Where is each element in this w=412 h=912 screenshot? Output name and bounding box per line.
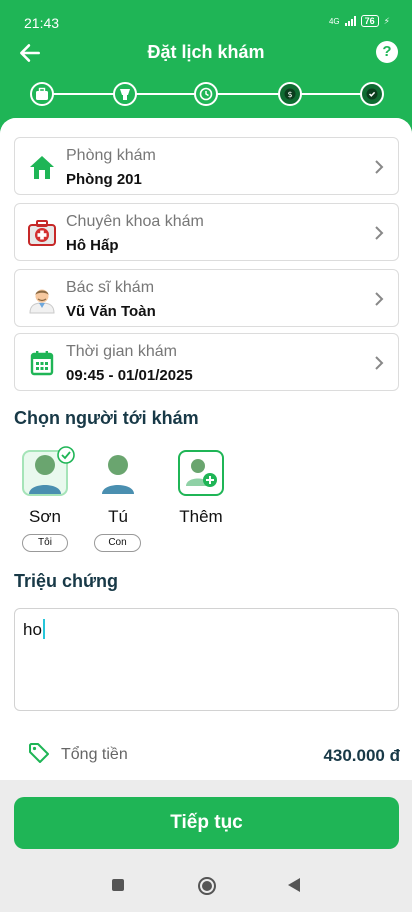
svg-text:$: $ — [287, 90, 292, 99]
time-value: 09:45 - 01/01/2025 — [66, 367, 193, 384]
specialty-value: Hô Hấp — [66, 237, 119, 254]
medical-kit-icon — [28, 220, 56, 246]
add-patient-button[interactable] — [178, 450, 224, 496]
symptoms-input[interactable]: ho — [14, 608, 399, 711]
time-label: Thời gian khám — [66, 343, 177, 360]
booking-form: Phòng khám Phòng 201 Chuyên khoa khám Hô… — [0, 118, 412, 780]
page-title: Đặt lịch khám — [147, 42, 265, 62]
calendar-icon — [30, 351, 54, 376]
total-row: Tổng tiền 430.000 đ — [28, 740, 400, 770]
symptoms-value: ho — [23, 620, 42, 639]
doctor-label: Bác sĩ khám — [66, 279, 155, 296]
home-circle-icon[interactable] — [197, 876, 217, 896]
patient-tag: Con — [94, 534, 141, 552]
text-cursor — [42, 619, 45, 639]
doctor-card[interactable]: Bác sĩ khám Vũ Văn Toàn — [14, 269, 399, 327]
network-type: 4G — [328, 16, 340, 26]
chevron-right-icon — [375, 160, 384, 174]
clinic-card[interactable]: Phòng khám Phòng 201 — [14, 137, 399, 195]
home-icon — [30, 156, 54, 179]
step-specialty-icon — [113, 82, 137, 106]
symptoms-title: Triệu chứng — [14, 571, 119, 591]
avatar[interactable] — [95, 450, 141, 496]
doctor-icon — [29, 289, 55, 314]
step-clinic-icon — [30, 82, 54, 106]
main-sheet: Phòng khám Phòng 201 Chuyên khoa khám Hô… — [0, 118, 412, 912]
time-card[interactable]: Thời gian khám 09:45 - 01/01/2025 — [14, 333, 399, 391]
doctor-value: Vũ Văn Toàn — [66, 303, 156, 320]
add-patient-label: Thêm — [179, 507, 223, 526]
battery-level: 76 — [364, 16, 375, 26]
recents-square-icon[interactable] — [111, 878, 125, 892]
patients-title: Chọn người tới khám — [14, 408, 199, 428]
patient-tag: Tôi — [22, 534, 68, 552]
charging-icon: ⚡ — [383, 15, 390, 26]
total-label: Tổng tiền — [61, 746, 128, 763]
status-bar: 21:43 4G 76 ⚡ — [0, 0, 412, 36]
help-icon[interactable]: ? — [376, 41, 398, 63]
system-nav-bar — [0, 860, 412, 912]
signal-icon — [344, 16, 356, 26]
back-triangle-icon[interactable] — [286, 877, 302, 893]
clinic-label: Phòng khám — [66, 147, 156, 164]
step-confirm-icon — [360, 82, 384, 106]
clinic-value: Phòng 201 — [66, 171, 142, 188]
total-amount: 430.000 đ — [323, 746, 400, 765]
app-header: Đặt lịch khám ? — [0, 36, 412, 72]
status-icons: 4G 76 ⚡ — [329, 15, 390, 27]
continue-button[interactable]: Tiếp tục — [14, 797, 399, 849]
chevron-right-icon — [375, 226, 384, 240]
specialty-card[interactable]: Chuyên khoa khám Hô Hấp — [14, 203, 399, 261]
chevron-right-icon — [375, 356, 384, 370]
chevron-right-icon — [375, 292, 384, 306]
patient-name: Sơn — [29, 507, 61, 526]
specialty-label: Chuyên khoa khám — [66, 213, 204, 230]
progress-stepper: $ — [30, 80, 384, 108]
step-time-icon — [194, 82, 218, 106]
selected-check-icon — [57, 446, 75, 464]
battery-icon: 76 — [360, 15, 379, 27]
price-tag-icon — [29, 743, 49, 763]
add-person-icon — [186, 459, 217, 487]
step-payment-icon: $ — [278, 82, 302, 106]
status-time: 21:43 — [24, 15, 60, 31]
person-avatar-icon — [102, 455, 134, 494]
patient-name: Tú — [108, 507, 128, 526]
